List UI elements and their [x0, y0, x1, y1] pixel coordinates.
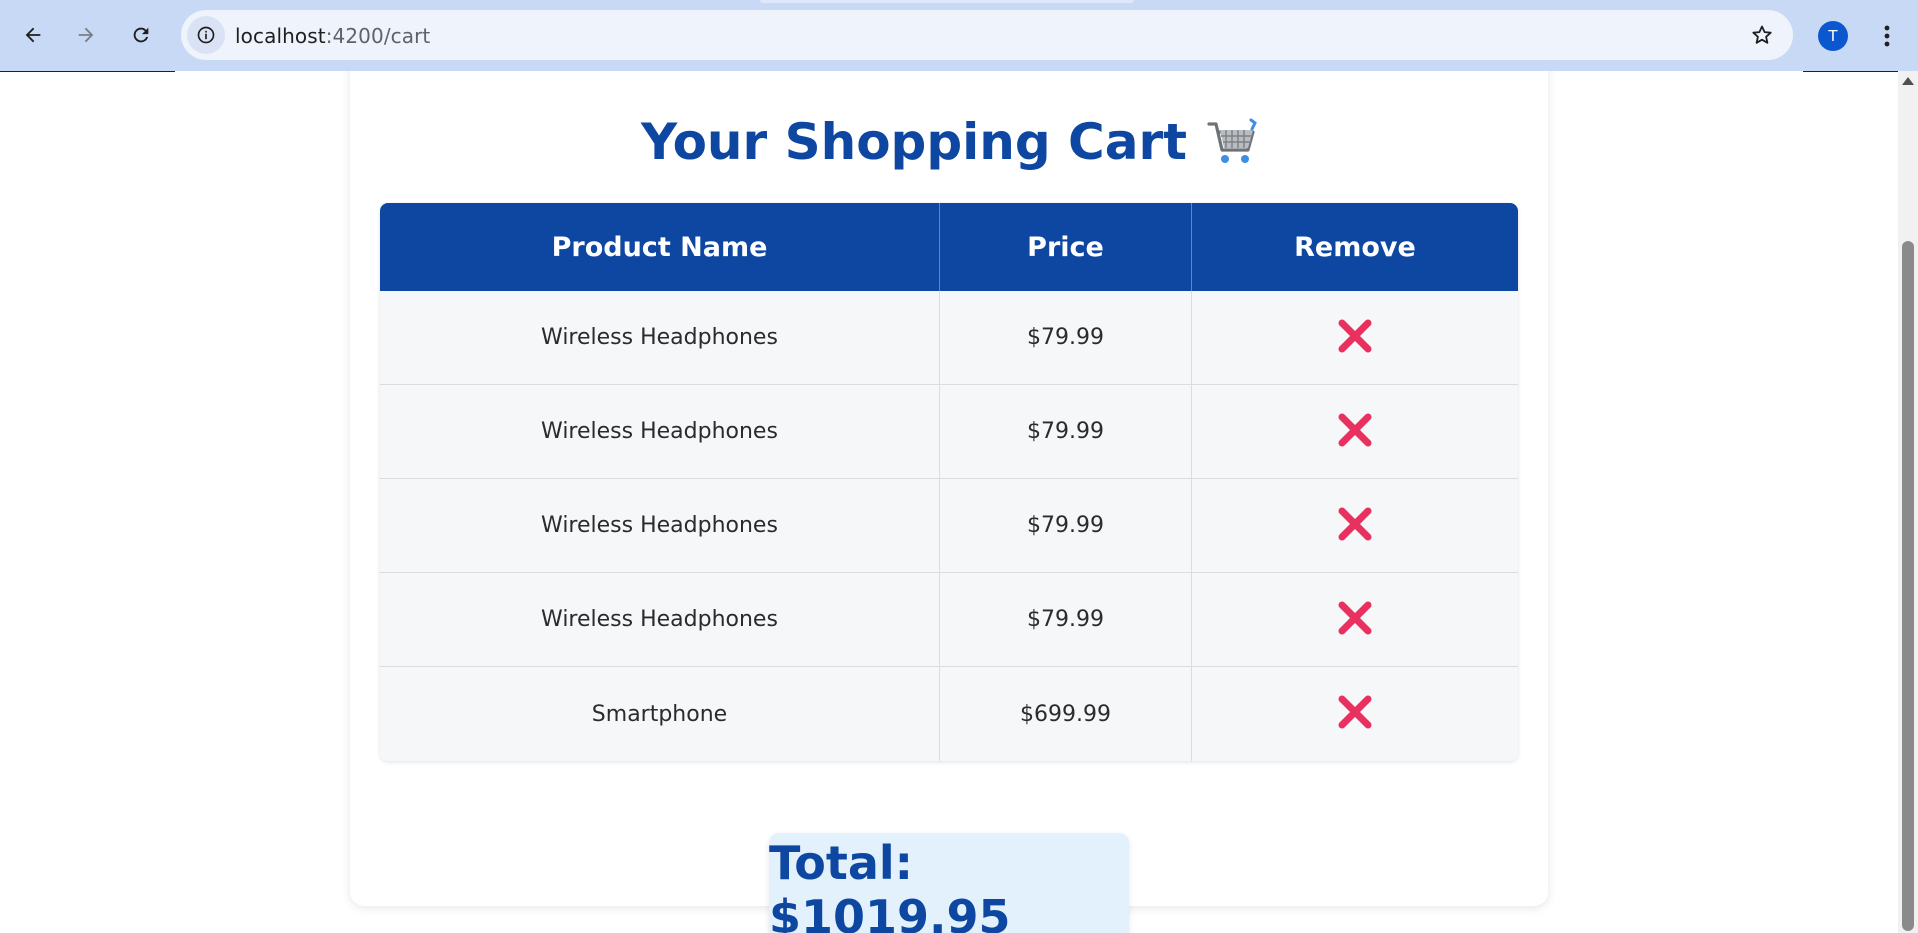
divider	[1803, 71, 1898, 72]
reload-icon	[133, 27, 149, 43]
page-scrollbar[interactable]	[1898, 71, 1918, 933]
table-row: Wireless Headphones $79.99	[380, 385, 1518, 479]
price-cell: $699.99	[940, 667, 1192, 761]
table-row: Smartphone $699.99	[380, 667, 1518, 761]
remove-item-button[interactable]	[1334, 503, 1376, 545]
product-name-cell: Wireless Headphones	[380, 573, 940, 667]
page-title: Your Shopping Cart	[350, 113, 1548, 171]
info-icon	[197, 26, 215, 44]
cart-table: Product Name Price Remove Wireless Headp…	[380, 203, 1518, 761]
site-info-button[interactable]	[187, 16, 225, 54]
cart-total: Total: $1019.95	[769, 833, 1129, 933]
url-host: localhost	[235, 24, 326, 48]
active-tab-indicator	[760, 0, 1134, 3]
remove-cell	[1192, 573, 1518, 667]
arrow-left-icon	[25, 27, 41, 43]
browser-menu-button[interactable]	[1872, 18, 1902, 54]
column-header-remove: Remove	[1192, 203, 1518, 291]
remove-cell	[1192, 385, 1518, 479]
cross-mark-icon	[1338, 601, 1372, 634]
remove-item-button[interactable]	[1334, 691, 1376, 733]
remove-cell	[1192, 479, 1518, 573]
price-cell: $79.99	[940, 385, 1192, 479]
product-name-cell: Wireless Headphones	[380, 479, 940, 573]
scrollbar-thumb[interactable]	[1902, 241, 1914, 931]
column-header-price: Price	[940, 203, 1192, 291]
scroll-up-arrow[interactable]	[1902, 77, 1914, 85]
remove-cell	[1192, 291, 1518, 385]
browser-toolbar: localhost:4200/cart T	[0, 0, 1918, 71]
table-row: Wireless Headphones $79.99	[380, 479, 1518, 573]
cross-mark-icon	[1338, 507, 1372, 540]
column-header-product-name: Product Name	[380, 203, 940, 291]
table-header-row: Product Name Price Remove	[380, 203, 1518, 291]
star-icon	[1752, 25, 1772, 44]
product-name-cell: Wireless Headphones	[380, 291, 940, 385]
remove-item-button[interactable]	[1334, 409, 1376, 451]
page-viewport: Your Shopping Cart Product Name Price Re…	[0, 71, 1918, 933]
kebab-menu-icon	[1884, 25, 1890, 47]
price-cell: $79.99	[940, 479, 1192, 573]
page-title-text: Your Shopping Cart	[640, 113, 1188, 171]
table-row: Wireless Headphones $79.99	[380, 291, 1518, 385]
remove-cell	[1192, 667, 1518, 761]
product-name-cell: Smartphone	[380, 667, 940, 761]
remove-item-button[interactable]	[1334, 597, 1376, 639]
cross-mark-icon	[1338, 695, 1372, 729]
cross-mark-icon	[1338, 319, 1372, 352]
arrow-right-icon	[78, 27, 94, 43]
remove-item-button[interactable]	[1334, 315, 1376, 357]
cross-mark-icon	[1338, 413, 1372, 446]
reload-button[interactable]	[123, 17, 159, 53]
back-button[interactable]	[15, 17, 51, 53]
address-bar[interactable]: localhost:4200/cart	[181, 10, 1793, 60]
price-cell: $79.99	[940, 291, 1192, 385]
url-text[interactable]: localhost:4200/cart	[235, 24, 430, 48]
divider	[0, 71, 175, 72]
forward-button[interactable]	[68, 17, 104, 53]
cart-card: Your Shopping Cart Product Name Price Re…	[350, 71, 1548, 933]
shopping-cart-icon	[1207, 118, 1257, 166]
table-row: Wireless Headphones $79.99	[380, 573, 1518, 667]
bookmark-button[interactable]	[1747, 20, 1777, 50]
url-path: :4200/cart	[325, 24, 431, 48]
profile-avatar[interactable]: T	[1818, 21, 1848, 51]
product-name-cell: Wireless Headphones	[380, 385, 940, 479]
price-cell: $79.99	[940, 573, 1192, 667]
